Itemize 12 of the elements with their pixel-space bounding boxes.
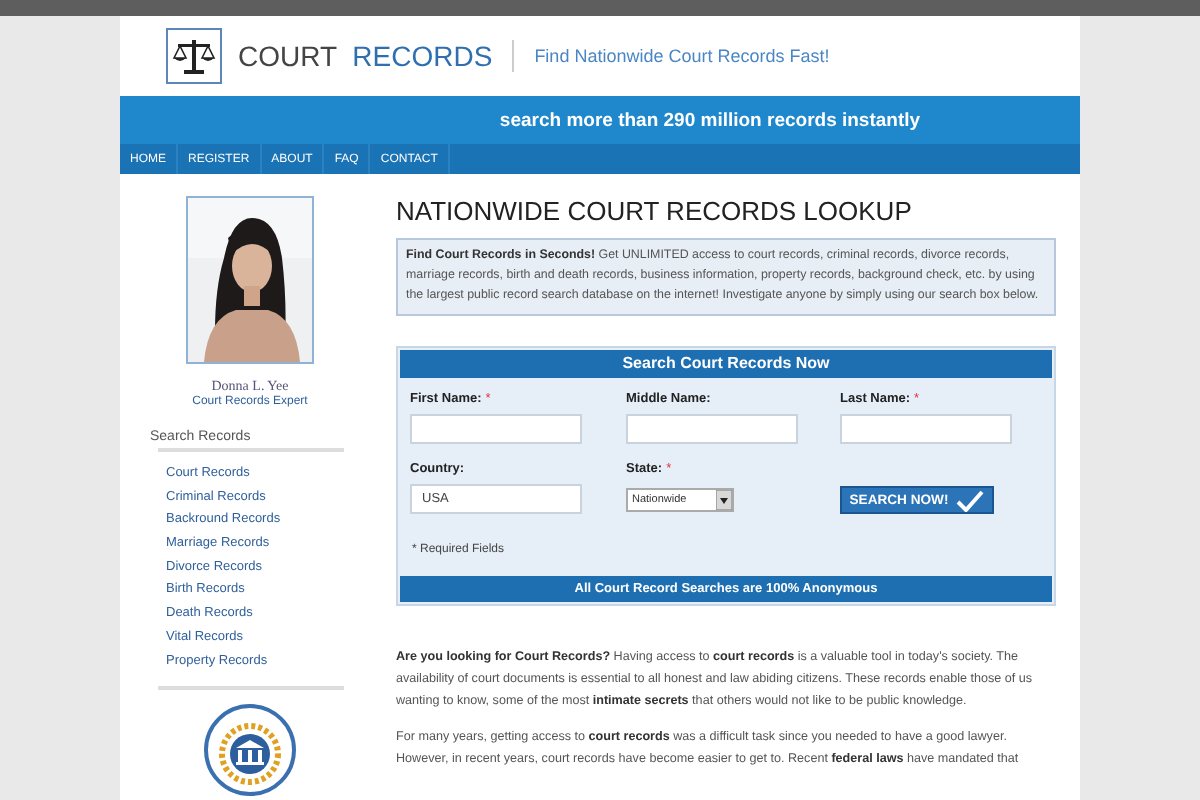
page-title: NATIONWIDE COURT RECORDS LOOKUP <box>396 196 914 226</box>
banner-text: search more than 290 million records instantly <box>120 96 1080 144</box>
check-icon <box>956 489 985 511</box>
panel-title: Search Court Records Now <box>400 350 1052 378</box>
scales-icon <box>166 28 222 84</box>
dropdown-arrow-icon <box>716 490 732 510</box>
courthouse-seal-icon <box>204 703 296 795</box>
input-field[interactable] <box>840 414 1012 444</box>
input-field[interactable] <box>410 414 582 444</box>
logo-text: COURT RECORDS <box>238 40 493 72</box>
input-field[interactable] <box>626 414 798 444</box>
tagline: Find Nationwide Court Records Fast! <box>534 46 830 66</box>
